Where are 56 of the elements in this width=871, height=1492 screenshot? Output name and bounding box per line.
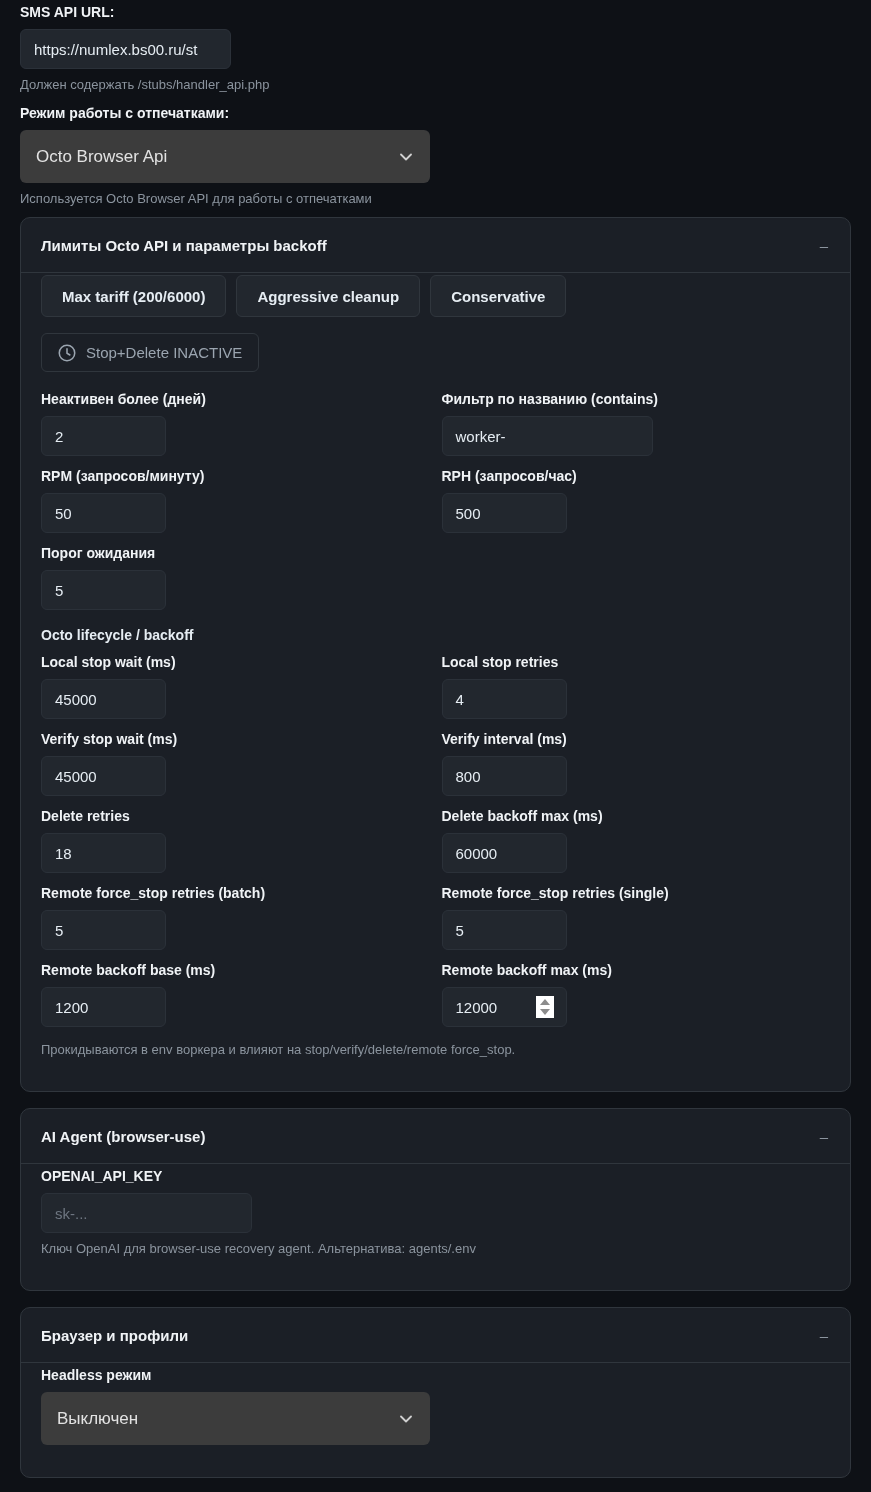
field-label: Фильтр по названию (contains) [441,390,658,409]
input-field[interactable]: 45000 [41,756,166,796]
field-label: OPENAI_API_KEY [41,1167,163,1186]
field-label: Headless режим [41,1366,152,1385]
note-text: Прокидываются в env воркера и влияют на stop/verify/delete/remote force_stop. [41,1041,516,1059]
input-field[interactable]: 5 [41,570,166,610]
field-label: RPM (запросов/минуту) [41,467,205,486]
field-label: SMS API URL: [20,3,115,22]
input-field[interactable]: 2 [41,416,166,456]
hint-text: Используется Octo Browser API для работы с отпечатками [20,190,372,208]
field-label: Verify interval (ms) [441,730,567,749]
panel-title: Браузер и профили [41,1326,189,1344]
input-field[interactable]: 60000 [441,833,567,873]
field-label: Remote force_stop retries (batch) [41,884,266,903]
preset-button[interactable]: Aggressive cleanup [236,275,421,317]
input-field[interactable]: https://numlex.bs00.ru/st [20,29,231,69]
section-heading: Octo lifecycle / backoff [41,626,194,645]
field-label: Delete backoff max (ms) [441,807,603,826]
input-field[interactable]: 1200 [41,987,166,1027]
clock-icon [58,343,76,362]
collapse-button[interactable]: – [817,236,830,254]
input-field[interactable]: 4 [441,679,567,719]
field-label: Delete retries [41,807,130,826]
collapse-button[interactable]: – [817,1127,830,1145]
chevron-down-icon [399,1414,412,1423]
input-field[interactable]: 500 [441,493,567,533]
input-field[interactable]: 50 [41,493,166,533]
dropdown-select[interactable]: Octo Browser Api [20,130,430,183]
stop-delete-button[interactable]: Stop+Delete INACTIVE [41,333,260,372]
field-label: Неактивен более (дней) [41,390,206,409]
preset-button[interactable]: Conservative [430,275,567,317]
panel-title: AI Agent (browser-use) [41,1127,206,1145]
field-label: Local stop wait (ms) [41,653,176,672]
stepper-arrows-icon[interactable] [535,996,554,1018]
hint-text: Должен содержать /stubs/handler_api.php [20,76,270,94]
input-field[interactable]: 45000 [41,679,166,719]
field-label: Remote force_stop retries (single) [441,884,669,903]
input-field[interactable]: 18 [41,833,166,873]
field-label: Режим работы с отпечатками: [20,104,230,123]
field-label: Verify stop wait (ms) [41,730,178,749]
field-label: Порог ожидания [41,544,156,563]
field-label: Local stop retries [441,653,559,672]
input-field[interactable]: 12000 [441,987,567,1027]
field-label: RPH (запросов/час) [441,467,577,486]
preset-button[interactable]: Max tariff (200/6000) [41,275,227,317]
field-label: Remote backoff max (ms) [441,961,612,980]
dropdown-select[interactable]: Выключен [41,1392,430,1445]
chevron-down-icon [399,152,412,161]
input-field[interactable]: 5 [441,910,567,950]
panel-title: Лимиты Octo API и параметры backoff [41,236,327,254]
hint-text: Ключ OpenAI для browser-use recovery agent. Альтернатива: agents/.env [41,1240,476,1258]
input-field[interactable]: worker- [441,416,653,456]
field-label: Remote backoff base (ms) [41,961,216,980]
input-field[interactable]: 800 [441,756,567,796]
collapse-button[interactable]: – [817,1326,830,1344]
input-field[interactable]: 5 [41,910,166,950]
